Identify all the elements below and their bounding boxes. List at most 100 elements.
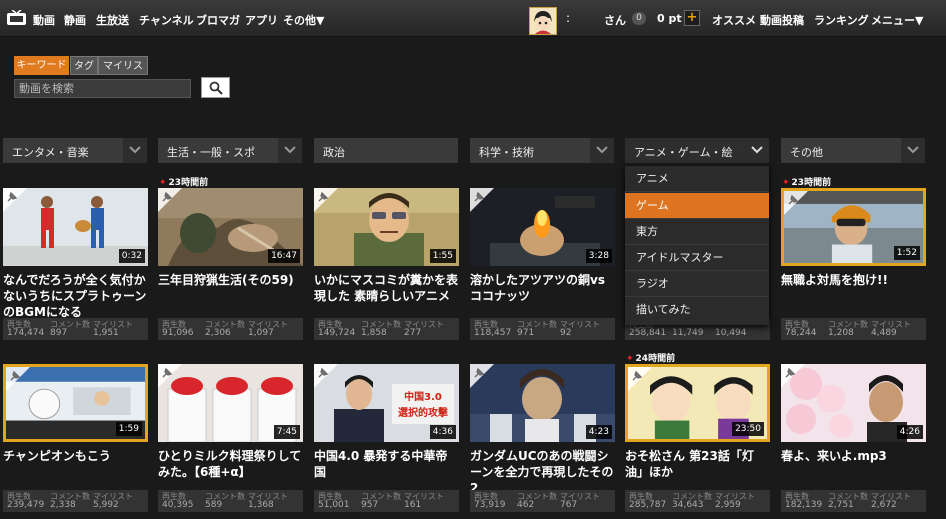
search-tab-keyword[interactable]: キーワード [14,56,69,75]
tv-icon[interactable] [7,10,26,25]
category-label: エンタメ・音楽 [12,146,89,159]
category-label: 政治 [323,146,345,159]
dropdown-item-idolmaster[interactable]: アイドルマスター [625,245,769,271]
dropdown-item-game[interactable]: ゲーム [625,193,769,219]
nav-channel[interactable]: チャンネル [139,12,194,28]
chevron-down-icon [745,138,769,163]
nav-ranking[interactable]: ランキング [814,12,869,28]
search-button[interactable] [201,77,230,98]
category-politics[interactable]: 政治 [314,138,458,163]
video-stats: 再生数 コメント数 マイリスト 285,787 34,643 2,959 [625,490,770,512]
add-points-button[interactable]: + [684,10,700,26]
video-duration: 4:36 [429,425,456,439]
dropdown-item-anime[interactable]: アニメ [625,166,769,192]
video-thumbnail[interactable]: 3:28 [470,188,615,266]
comments-count: 971 [517,328,535,338]
nav-live[interactable]: 生放送 [96,12,129,28]
video-thumbnail[interactable]: 中国3.0 選択的攻撃 4:36 [314,364,459,442]
video-thumbnail[interactable]: 1:59 [3,364,148,442]
video-thumbnail[interactable]: 1:55 [314,188,459,266]
video-stats: 再生数 コメント数 マイリスト 118,457 971 92 [470,318,615,340]
views-count: 118,457 [474,328,512,338]
comments-count: 462 [517,500,535,510]
video-thumbnail[interactable]: 16:47 [158,188,303,266]
video-title[interactable]: 中国4.0 暴発する中華帝国 [314,448,459,480]
views-count: 51,001 [318,500,350,510]
video-duration: 1:59 [115,422,142,436]
views-count: 182,139 [785,500,823,510]
video-stats: 再生数 コメント数 マイリスト 40,395 589 1,368 [158,490,303,512]
search-tab-mylist[interactable]: マイリスト [98,56,148,91]
thumbnail-overlay-text: 選択的攻撃 [398,406,448,419]
search-input[interactable]: 動画を検索 [14,79,191,98]
dropdown-item-radio[interactable]: ラジオ [625,271,769,297]
nav-video[interactable]: 動画 [33,12,55,28]
notification-badge[interactable]: 0 [632,12,646,25]
category-label: 生活・一般・スポ [167,146,255,159]
comments-count: 11,749 [672,328,704,338]
category-life-sports[interactable]: 生活・一般・スポ [158,138,302,163]
user-name: : [566,11,571,25]
video-stats: 再生数 コメント数 マイリスト 91,096 2,306 1,097 [158,318,303,340]
comments-count: 589 [205,500,223,510]
video-thumbnail[interactable]: 23:50 [625,364,770,442]
category-label: アニメ・ゲーム・絵 [634,146,733,159]
pin-icon [632,370,643,381]
nav-recommend[interactable]: オススメ [712,12,756,28]
video-title[interactable]: チャンピオンもこう [3,448,148,464]
mylist-count: 161 [404,500,422,510]
category-anime-game-art[interactable]: アニメ・ゲーム・絵 [625,138,769,163]
video-duration: 4:26 [896,425,923,439]
video-duration: 1:55 [429,249,456,263]
video-stats: 再生数 コメント数 マイリスト 182,139 2,751 2,672 [781,490,926,512]
video-title[interactable]: 溶かしたアツアツの銅vsココナッツ [470,272,615,304]
nav-app[interactable]: アプリ [245,12,278,28]
video-thumbnail[interactable]: 4:23 [470,364,615,442]
mylist-count: 2,959 [715,500,741,510]
category-label: その他 [790,146,823,159]
video-title[interactable]: おそ松さん 第23話「灯油」ほか [625,448,770,480]
video-title[interactable]: ガンダムUCのあの戦闘シーンを全力で再現したその2 [470,448,615,496]
video-duration: 7:45 [273,425,300,439]
nav-seiga[interactable]: 静画 [64,12,86,28]
video-thumbnail[interactable]: 1:52 [781,188,926,266]
mylist-count: 4,489 [871,328,897,338]
dropdown-item-drawing[interactable]: 描いてみた [625,297,769,323]
nav-blomaga[interactable]: ブロマガ [196,12,240,28]
video-duration: 0:32 [118,249,145,263]
video-duration: 3:28 [585,249,612,263]
video-title[interactable]: 春よ、来いよ.mp3 [781,448,926,464]
video-stats: 再生数 コメント数 マイリスト 174,474 897 1,951 [3,318,148,340]
category-science-tech[interactable]: 科学・技術 [470,138,614,163]
views-count: 239,479 [7,500,45,510]
views-count: 40,395 [162,500,194,510]
mylist-count: 10,494 [715,328,747,338]
category-other[interactable]: その他 [781,138,925,163]
nav-other-menu[interactable]: その他▼ [283,12,324,28]
search-tab-tag[interactable]: タグ [70,56,98,75]
nav-upload[interactable]: 動画投稿 [760,12,804,28]
video-title[interactable]: なんでだろうが全く気付かないうちにスプラトゥーンのBGMになる [3,272,148,320]
video-title[interactable]: 無職よ対馬を抱け!! [781,272,926,288]
posted-time-badge: ✦ 23時間前 [782,178,832,188]
views-count: 285,787 [629,500,667,510]
video-thumbnail[interactable]: 0:32 [3,188,148,266]
chevron-down-icon [123,138,147,163]
comments-count: 1,858 [361,328,387,338]
video-duration: 4:23 [585,425,612,439]
video-title[interactable]: いかにマスコミが糞かを表現した 素晴らしいアニメ [314,272,459,320]
video-thumbnail[interactable]: 7:45 [158,364,303,442]
pin-icon [162,191,173,202]
pin-icon [474,367,485,378]
avatar[interactable] [529,7,557,35]
video-title[interactable]: ひとりミルク料理祭りしてみた。【6種+α】 [158,448,303,480]
category-entertainment-music[interactable]: エンタメ・音楽 [3,138,147,163]
pin-icon [7,191,18,202]
views-count: 91,096 [162,328,194,338]
video-title[interactable]: 三年目狩猟生活(その59) [158,272,303,304]
nav-menu[interactable]: メニュー▼ [871,12,923,28]
video-thumbnail[interactable]: 4:26 [781,364,926,442]
views-count: 258,841 [629,328,667,338]
mylist-count: 1,368 [248,500,274,510]
dropdown-item-touhou[interactable]: 東方 [625,219,769,245]
